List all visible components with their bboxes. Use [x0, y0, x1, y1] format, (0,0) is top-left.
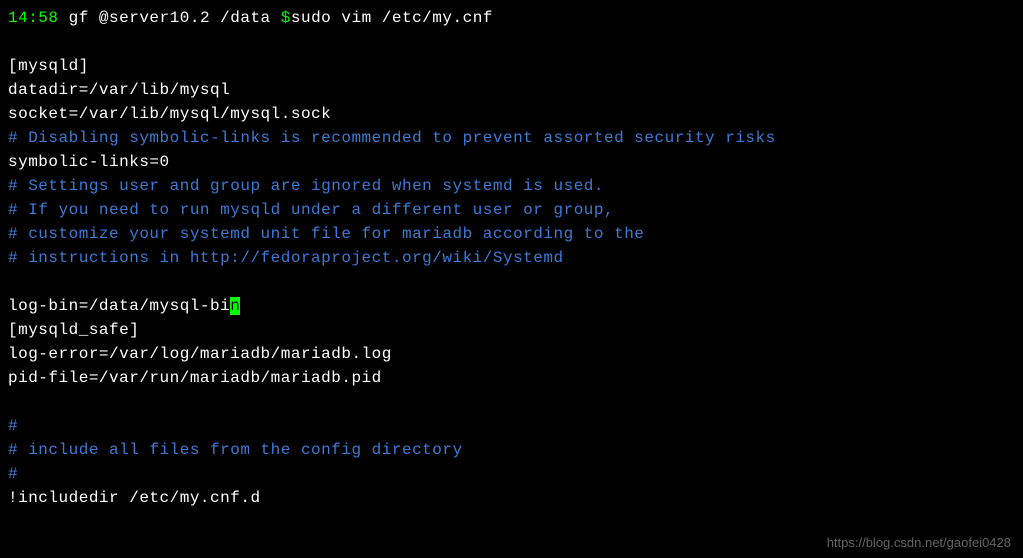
- config-log-bin: log-bin=/data/mysql-bin: [8, 294, 1015, 318]
- comment-line: # instructions in http://fedoraproject.o…: [8, 246, 1015, 270]
- prompt-userhost: gf @server10.2 /data: [59, 9, 281, 27]
- cursor: n: [230, 297, 240, 315]
- config-symbolic-links: symbolic-links=0: [8, 150, 1015, 174]
- blank-line: [8, 270, 1015, 294]
- prompt-dollar: $: [281, 9, 291, 27]
- prompt-command: sudo vim /etc/my.cnf: [291, 9, 493, 27]
- section-mysqld: [mysqld]: [8, 54, 1015, 78]
- blank-line: [8, 30, 1015, 54]
- prompt-time: 14:58: [8, 9, 59, 27]
- comment-line: #: [8, 414, 1015, 438]
- config-includedir: !includedir /etc/my.cnf.d: [8, 486, 1015, 510]
- prompt-line[interactable]: 14:58 gf @server10.2 /data $sudo vim /et…: [8, 6, 1015, 30]
- comment-line: # Disabling symbolic-links is recommende…: [8, 126, 1015, 150]
- config-pid-file: pid-file=/var/run/mariadb/mariadb.pid: [8, 366, 1015, 390]
- config-socket: socket=/var/lib/mysql/mysql.sock: [8, 102, 1015, 126]
- config-log-error: log-error=/var/log/mariadb/mariadb.log: [8, 342, 1015, 366]
- comment-line: # If you need to run mysqld under a diff…: [8, 198, 1015, 222]
- comment-line: # Settings user and group are ignored wh…: [8, 174, 1015, 198]
- comment-line: # include all files from the config dire…: [8, 438, 1015, 462]
- logbin-text: log-bin=/data/mysql-bi: [8, 297, 230, 315]
- comment-line: #: [8, 462, 1015, 486]
- blank-line: [8, 390, 1015, 414]
- watermark: https://blog.csdn.net/gaofei0428: [827, 535, 1011, 550]
- comment-line: # customize your systemd unit file for m…: [8, 222, 1015, 246]
- section-mysqld-safe: [mysqld_safe]: [8, 318, 1015, 342]
- config-datadir: datadir=/var/lib/mysql: [8, 78, 1015, 102]
